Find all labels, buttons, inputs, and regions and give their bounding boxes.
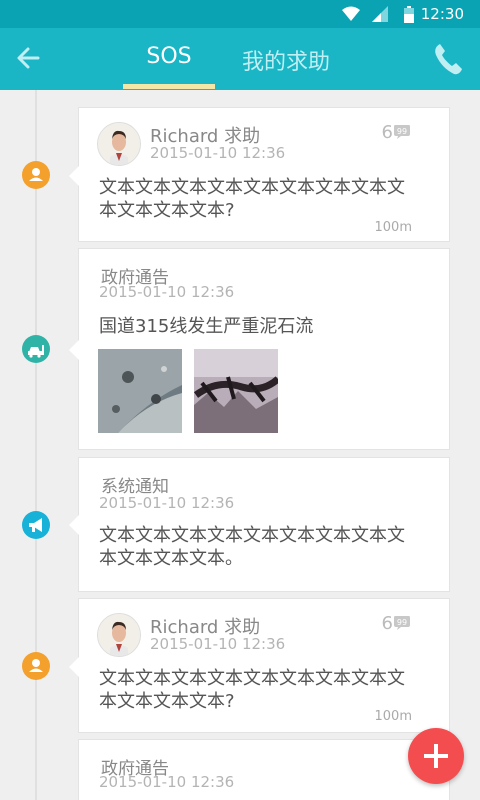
tab-indicator [123,84,215,89]
comment-count[interactable]: 6 [382,613,393,634]
phone-icon[interactable] [432,42,464,76]
distance-label: 100m [374,220,412,235]
timeline-node-help [22,161,50,189]
distance-label: 100m [374,709,412,724]
svg-text:99: 99 [397,127,407,136]
timeline-line [35,90,37,800]
feed-card-system[interactable]: 系统通知 2015-01-10 12:36 文本文本文本文本文本文本文本文本文本… [69,457,450,592]
tab-sos[interactable]: SOS [123,44,215,69]
post-time: 2015-01-10 12:36 [99,494,235,512]
post-time: 2015-01-10 12:36 [150,144,286,162]
post-time: 2015-01-10 12:36 [150,635,286,653]
timeline-node-government [22,335,50,363]
post-time: 2015-01-10 12:36 [99,773,235,791]
feed-card-help[interactable]: Richard 求助 2015-01-10 12:36 6 99 文本文本文本文… [69,598,450,733]
feed-card-government[interactable]: 政府通告 2015-01-10 12:36 国道315线发生严重泥石流 [69,248,450,450]
post-time: 2015-01-10 12:36 [99,283,235,301]
person-icon [29,168,43,181]
app-bar: SOS 我的求助 [0,28,480,90]
post-text: 文本文本文本文本文本文本文本文本文本文本文本文本? [99,668,405,712]
status-bar: 12:30 [0,0,480,28]
add-help-button[interactable] [408,728,464,784]
person-icon [29,659,43,672]
timeline-node-system [22,511,50,539]
mudslide-poster-image[interactable] [194,349,278,433]
feed-card-help[interactable]: Richard 求助 2015-01-10 12:36 6 99 文本文本文本文… [69,107,450,242]
status-time: 12:30 [420,5,464,23]
comment-icon[interactable]: 99 [393,615,411,631]
avatar[interactable] [97,613,141,657]
feed-card-government[interactable]: 政府通告 2015-01-10 12:36 [78,739,450,800]
post-text: 国道315线发生严重泥石流 [99,316,314,337]
card-arrow [69,340,79,360]
battery-icon [404,6,414,23]
post-text: 文本文本文本文本文本文本文本文本文本文本文本文本? [99,177,405,221]
comment-count[interactable]: 6 [382,122,393,143]
back-arrow-icon[interactable] [12,41,46,75]
mudslide-rock-image[interactable] [98,349,182,433]
post-text: 文本文本文本文本文本文本文本文本文本文本文本文本。 [99,525,405,569]
comment-icon[interactable]: 99 [393,124,411,140]
card-arrow [69,515,79,535]
wifi-icon [342,6,360,21]
tab-my-requests[interactable]: 我的求助 [232,44,340,76]
car-icon [28,345,44,358]
signal-icon [372,6,388,22]
svg-text:99: 99 [397,618,407,627]
timeline-node-help [22,652,50,680]
avatar[interactable] [97,122,141,166]
card-arrow [69,166,79,186]
megaphone-icon [29,518,42,532]
card-arrow [69,657,79,677]
